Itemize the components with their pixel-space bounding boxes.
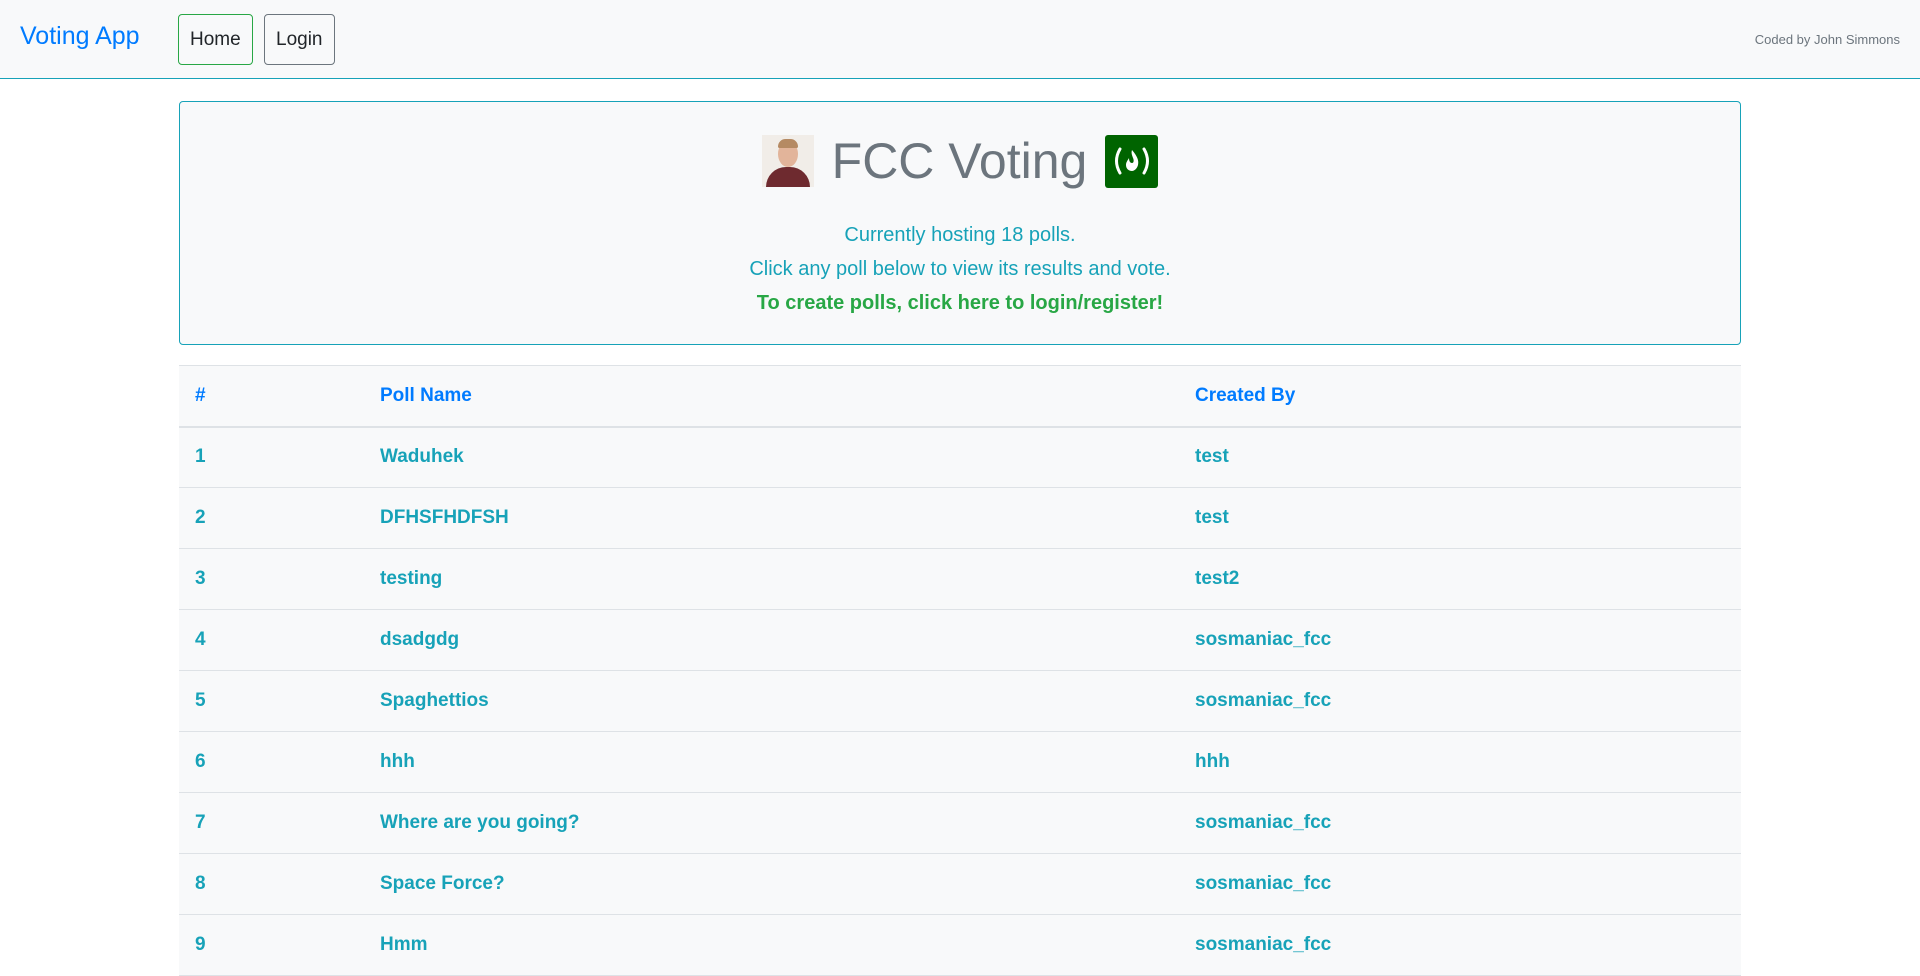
table-row[interactable]: 2 DFHSFHDFSH test bbox=[179, 488, 1741, 549]
table-header-row: # Poll Name Created By bbox=[179, 365, 1741, 427]
row-number: 7 bbox=[195, 812, 206, 833]
poll-name-link[interactable]: hhh bbox=[364, 732, 1179, 793]
poll-author: test2 bbox=[1195, 568, 1240, 589]
login-button[interactable]: Login bbox=[264, 14, 335, 65]
row-number: 1 bbox=[195, 446, 206, 468]
row-number: 6 bbox=[195, 751, 206, 772]
row-number: 3 bbox=[195, 568, 206, 589]
table-row[interactable]: 6 hhh hhh bbox=[179, 732, 1741, 793]
table-row[interactable]: 8 Space Force? sosmaniac_fcc bbox=[179, 854, 1741, 915]
table-row[interactable]: 1 Waduhek test bbox=[179, 427, 1741, 488]
brand-link[interactable]: Voting App bbox=[20, 20, 140, 52]
poll-author: hhh bbox=[1195, 751, 1230, 772]
title-row: FCC Voting bbox=[180, 130, 1740, 192]
poll-author: sosmaniac_fcc bbox=[1195, 934, 1332, 955]
poll-name-link[interactable]: DFHSFHDFSH bbox=[364, 488, 1179, 549]
poll-name-link[interactable]: Space Force? bbox=[364, 854, 1179, 915]
freecodecamp-logo-icon bbox=[1105, 134, 1159, 188]
avatar bbox=[761, 135, 814, 187]
hosting-text: Currently hosting 18 polls. bbox=[844, 224, 1076, 246]
instructions-text: Click any poll below to view its results… bbox=[749, 258, 1171, 280]
row-number: 5 bbox=[195, 690, 206, 711]
row-number: 8 bbox=[195, 873, 206, 894]
poll-author: sosmaniac_fcc bbox=[1195, 873, 1332, 894]
login-register-link[interactable]: To create polls, click here to login/reg… bbox=[180, 290, 1740, 316]
credit-text: Coded by John Simmons bbox=[1754, 32, 1900, 47]
row-number: 2 bbox=[195, 507, 206, 528]
poll-name-link[interactable]: Hmm bbox=[364, 915, 1179, 976]
poll-name-link[interactable]: Spaghettios bbox=[364, 671, 1179, 732]
row-number: 9 bbox=[195, 934, 206, 955]
poll-name-link[interactable]: testing bbox=[364, 549, 1179, 610]
poll-author: sosmaniac_fcc bbox=[1195, 690, 1332, 711]
column-header-poll-name[interactable]: Poll Name bbox=[364, 366, 1179, 427]
table-row[interactable]: 5 Spaghettios sosmaniac_fcc bbox=[179, 671, 1741, 732]
poll-author: sosmaniac_fcc bbox=[1195, 812, 1332, 833]
poll-author: test bbox=[1195, 446, 1229, 468]
header-jumbotron: FCC Voting Currently hosting 18 polls. C… bbox=[179, 101, 1741, 345]
column-header-number[interactable]: # bbox=[179, 366, 364, 427]
table-row[interactable]: 3 testing test2 bbox=[179, 549, 1741, 610]
table-row[interactable]: 7 Where are you going? sosmaniac_fcc bbox=[179, 793, 1741, 854]
poll-author: test bbox=[1195, 507, 1229, 528]
table-row[interactable]: 4 dsadgdg sosmaniac_fcc bbox=[179, 610, 1741, 671]
page-title: FCC Voting bbox=[831, 133, 1088, 189]
poll-name-link[interactable]: Where are you going? bbox=[364, 793, 1179, 854]
home-button[interactable]: Home bbox=[178, 14, 253, 65]
poll-name-link[interactable]: Waduhek bbox=[364, 427, 1179, 488]
row-number: 4 bbox=[195, 629, 206, 650]
poll-name-link[interactable]: dsadgdg bbox=[364, 610, 1179, 671]
navbar: Voting App Home Login Coded by John Simm… bbox=[0, 0, 1920, 79]
table-row[interactable]: 9 Hmm sosmaniac_fcc bbox=[179, 915, 1741, 976]
poll-table: # Poll Name Created By 1 Waduhek test 2 … bbox=[179, 365, 1741, 976]
column-header-created-by[interactable]: Created By bbox=[1179, 366, 1741, 427]
poll-author: sosmaniac_fcc bbox=[1195, 629, 1332, 650]
